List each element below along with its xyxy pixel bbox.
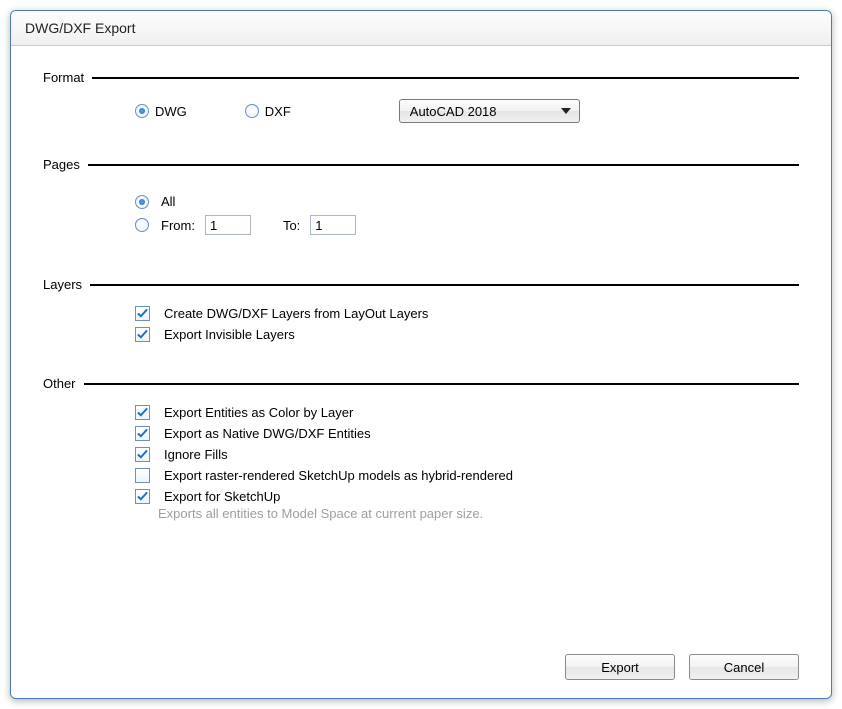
layers-header: Layers: [43, 277, 799, 292]
pages-header: Pages: [43, 157, 799, 172]
format-header: Format: [43, 70, 799, 85]
format-body: DWG DXF AutoCAD 2018: [43, 99, 799, 151]
pages-range-radio[interactable]: [135, 218, 149, 232]
chevron-down-icon: [561, 108, 571, 114]
export-invisible-checkbox[interactable]: [135, 327, 150, 342]
hybrid-raster-label: Export raster-rendered SketchUp models a…: [164, 468, 513, 483]
export-button-label: Export: [601, 660, 639, 675]
layers-body: Create DWG/DXF Layers from LayOut Layers…: [43, 306, 799, 370]
hybrid-raster-checkbox[interactable]: [135, 468, 150, 483]
pages-body: All From: To:: [43, 186, 799, 271]
dialog-content: Format DWG DXF AutoCAD 2018 Pa: [11, 46, 831, 698]
button-row: Export Cancel: [565, 654, 799, 680]
ignore-fills-label: Ignore Fills: [164, 447, 228, 462]
other-title: Other: [43, 376, 84, 391]
create-layers-checkbox[interactable]: [135, 306, 150, 321]
autocad-version-value: AutoCAD 2018: [410, 104, 497, 119]
titlebar: DWG/DXF Export: [11, 11, 831, 46]
format-dwg-radio[interactable]: [135, 104, 149, 118]
ignore-fills-checkbox[interactable]: [135, 447, 150, 462]
native-entities-label: Export as Native DWG/DXF Entities: [164, 426, 371, 441]
divider: [84, 383, 799, 385]
layers-title: Layers: [43, 277, 90, 292]
pages-title: Pages: [43, 157, 88, 172]
color-by-layer-checkbox[interactable]: [135, 405, 150, 420]
autocad-version-dropdown[interactable]: AutoCAD 2018: [399, 99, 580, 123]
format-dxf-radio[interactable]: [245, 104, 259, 118]
native-entities-checkbox[interactable]: [135, 426, 150, 441]
pages-from-input[interactable]: [205, 215, 251, 235]
format-dxf-label: DXF: [265, 104, 291, 119]
create-layers-label: Create DWG/DXF Layers from LayOut Layers: [164, 306, 428, 321]
format-dwg-label: DWG: [155, 104, 187, 119]
other-header: Other: [43, 376, 799, 391]
pages-from-label: From:: [161, 218, 195, 233]
export-button[interactable]: Export: [565, 654, 675, 680]
pages-all-radio[interactable]: [135, 195, 149, 209]
divider: [88, 164, 799, 166]
cancel-button[interactable]: Cancel: [689, 654, 799, 680]
window-title: DWG/DXF Export: [25, 20, 135, 36]
cancel-button-label: Cancel: [724, 660, 764, 675]
other-body: Export Entities as Color by Layer Export…: [43, 405, 799, 539]
color-by-layer-label: Export Entities as Color by Layer: [164, 405, 353, 420]
divider: [92, 77, 799, 79]
export-for-sketchup-checkbox[interactable]: [135, 489, 150, 504]
divider: [90, 284, 799, 286]
format-title: Format: [43, 70, 92, 85]
pages-all-label: All: [161, 194, 175, 209]
pages-to-label: To:: [283, 218, 300, 233]
export-for-sketchup-label: Export for SketchUp: [164, 489, 280, 504]
pages-to-input[interactable]: [310, 215, 356, 235]
export-invisible-label: Export Invisible Layers: [164, 327, 295, 342]
export-for-sketchup-note: Exports all entities to Model Space at c…: [158, 506, 799, 521]
export-dialog: DWG/DXF Export Format DWG DXF AutoCAD 20…: [10, 10, 832, 699]
